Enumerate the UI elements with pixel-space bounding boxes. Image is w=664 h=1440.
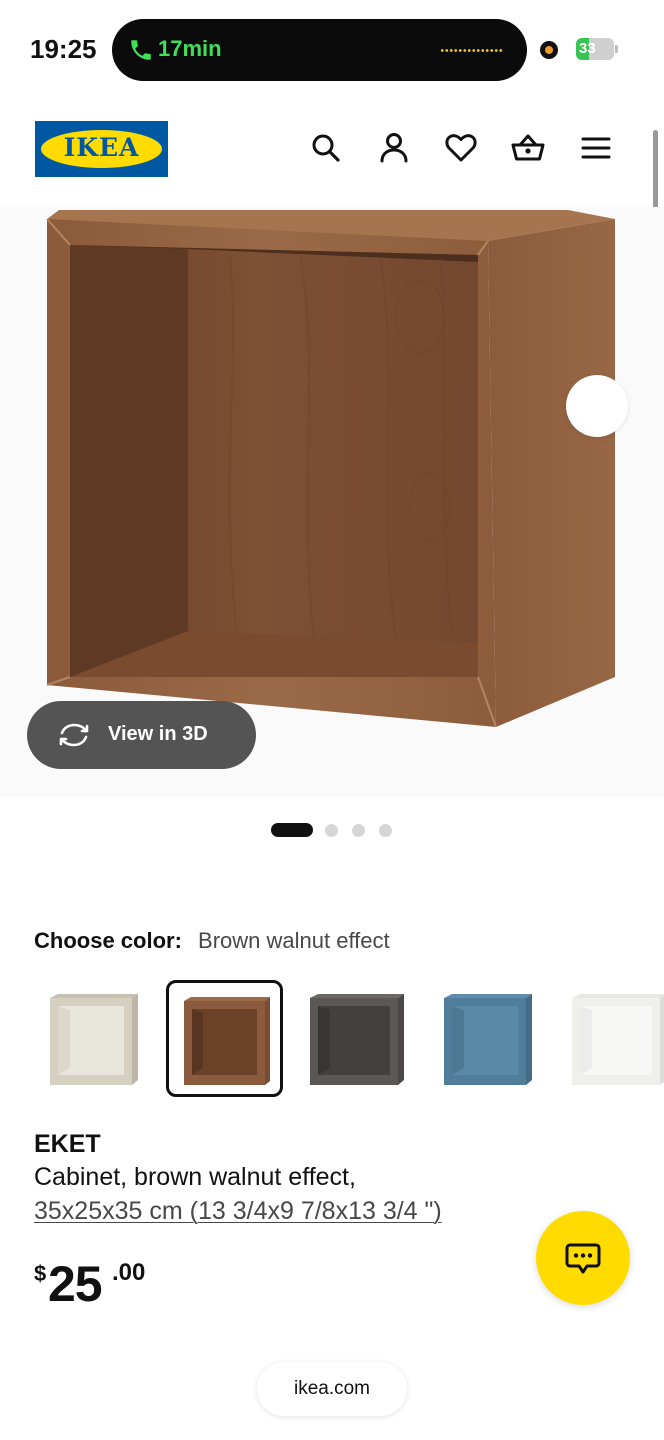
ikea-logo[interactable]: IKEA	[35, 121, 168, 177]
swatch-white[interactable]	[562, 980, 664, 1097]
menu-icon[interactable]	[578, 130, 614, 166]
price-integer: 25	[48, 1256, 103, 1312]
swatch-beige[interactable]	[34, 980, 151, 1097]
status-bar: 19:25 17min 33	[0, 0, 664, 100]
swatch-dark-gray[interactable]	[298, 980, 415, 1097]
recording-indicator-icon	[540, 41, 558, 59]
rotate-3d-icon	[59, 723, 89, 747]
pagination-dot-2[interactable]	[325, 824, 338, 837]
battery-level: 33	[579, 40, 596, 57]
chat-button[interactable]	[536, 1211, 630, 1305]
color-chooser-heading: Choose color: Brown walnut effect	[34, 928, 390, 954]
color-chooser-label: Choose color:	[34, 928, 182, 953]
image-pagination	[0, 823, 664, 837]
swatch-cabinet-brown-walnut	[184, 997, 270, 1085]
logo-text: IKEA	[63, 133, 140, 162]
product-description: Cabinet, brown walnut effect,	[34, 1163, 356, 1191]
browser-address-bar[interactable]: ikea.com	[257, 1362, 407, 1416]
price-decimal: .00	[112, 1259, 146, 1286]
view-in-3d-button[interactable]: View in 3D	[27, 701, 256, 769]
product-name: EKET	[34, 1130, 101, 1158]
swatch-cabinet-dark-gray	[310, 994, 404, 1085]
site-header: IKEA	[0, 100, 664, 200]
price-currency: $	[34, 1261, 47, 1286]
product-dimensions-link[interactable]: 35x25x35 cm (13 3/4x9 7/8x13 3/4 ")	[34, 1197, 442, 1226]
battery-tip	[615, 45, 618, 53]
swatch-blue[interactable]	[432, 980, 549, 1097]
view-in-3d-label: View in 3D	[108, 723, 208, 745]
zoom-button[interactable]	[566, 375, 628, 437]
battery-icon: 33	[576, 38, 614, 60]
call-duration: 17min	[158, 36, 222, 61]
pagination-dot-3[interactable]	[352, 824, 365, 837]
chat-icon	[565, 1243, 601, 1274]
swatch-cabinet-beige	[50, 994, 138, 1085]
browser-url: ikea.com	[293, 1378, 371, 1399]
swatch-brown-walnut[interactable]	[166, 980, 283, 1097]
dynamic-island-call[interactable]: 17min	[112, 19, 527, 81]
search-icon[interactable]	[308, 130, 344, 166]
pagination-dot-4[interactable]	[379, 824, 392, 837]
account-icon[interactable]	[376, 130, 412, 166]
basket-icon[interactable]	[510, 130, 546, 166]
clock: 19:25	[30, 34, 97, 64]
heart-icon[interactable]	[443, 130, 479, 166]
audio-waveform-icon	[440, 49, 504, 52]
swatch-cabinet-blue	[444, 994, 532, 1085]
phone-icon	[131, 40, 151, 60]
pagination-dot-1[interactable]	[271, 823, 313, 837]
swatch-cabinet-white	[572, 994, 664, 1085]
color-swatches	[0, 980, 664, 1102]
selected-color-value: Brown walnut effect	[198, 928, 390, 953]
